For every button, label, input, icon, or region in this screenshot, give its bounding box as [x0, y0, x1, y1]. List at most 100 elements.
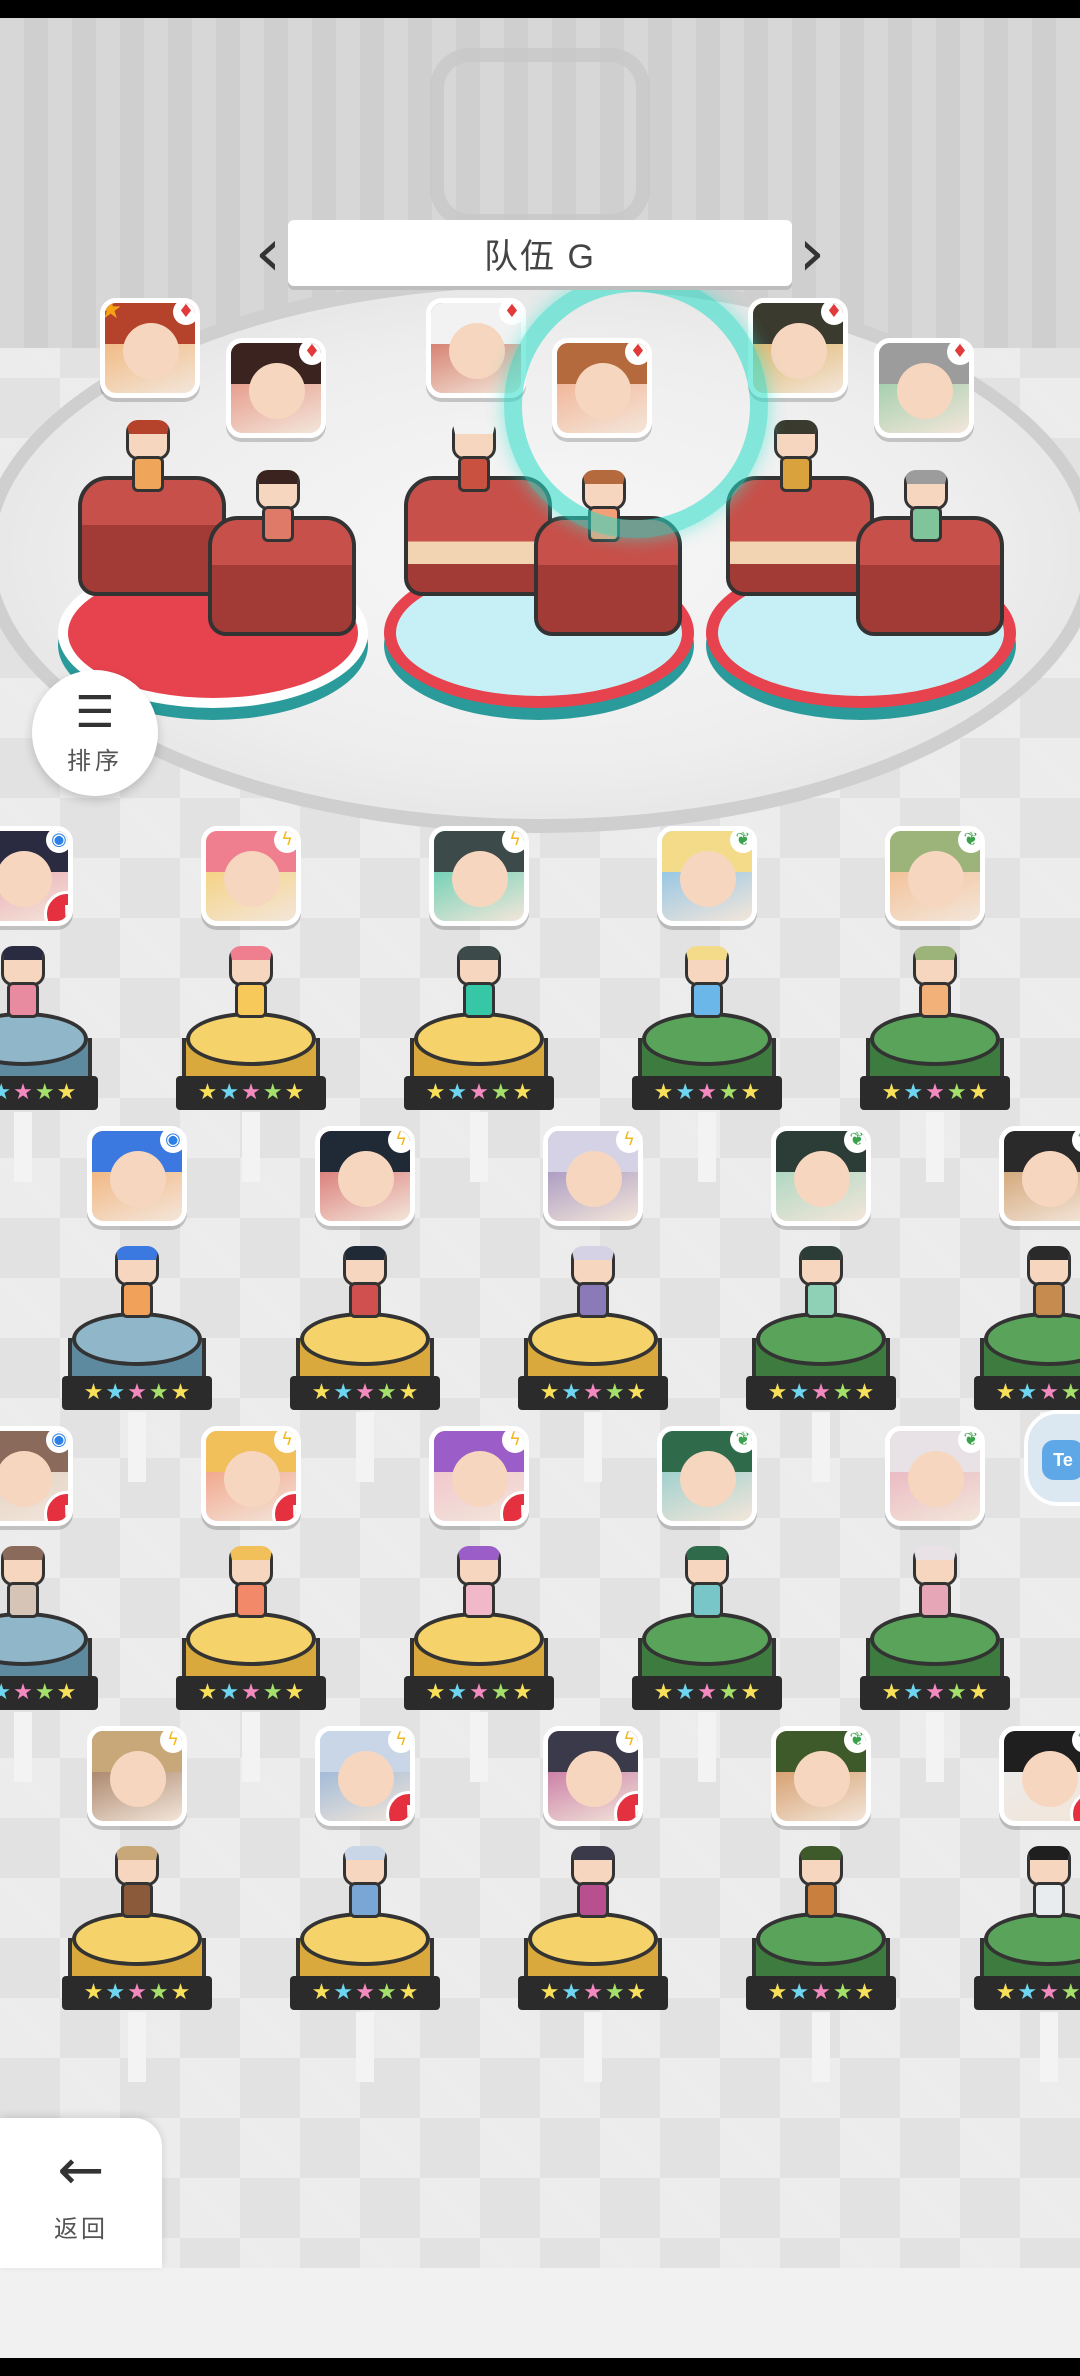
character-portrait[interactable]: ♛ϟ [429, 826, 529, 926]
sprite-head [457, 1546, 501, 1586]
character-sprite [677, 1546, 737, 1622]
portrait-face [794, 1151, 850, 1207]
star-rating: ★★★★★ [404, 1076, 554, 1110]
star-icon: ★ [583, 1980, 603, 2005]
hero-pedestal[interactable]: ★★★★★ [746, 1312, 896, 1418]
sprite-body [121, 1882, 153, 1918]
sprite-body [577, 1282, 609, 1318]
crown-icon: ♛ [236, 826, 266, 827]
character-portrait[interactable]: ◉! [0, 826, 73, 926]
star-icon: ★ [946, 1680, 967, 1705]
character-sprite [905, 1546, 965, 1622]
light-element-icon: ϟ [616, 1731, 638, 1753]
crown-icon: ♛ [920, 826, 950, 827]
star-icon: ★ [968, 1680, 989, 1705]
hero-pedestal[interactable]: ★★★★★ [860, 1012, 1010, 1118]
side-tab-button[interactable]: Te [1024, 1410, 1080, 1506]
character-portrait[interactable]: ♛♦ [226, 338, 326, 438]
character-portrait[interactable]: ♛❦ [657, 826, 757, 926]
star-rating: ★★★★★ [176, 1676, 326, 1710]
sprite-body [235, 1582, 267, 1618]
sprite-head [904, 470, 948, 510]
hero-pedestal[interactable]: ★★★★★ [290, 1312, 440, 1418]
portrait-face [0, 851, 52, 907]
hero-pedestal[interactable]: ★★★★★ [0, 1612, 98, 1718]
character-portrait[interactable]: ♛ϟ [87, 1726, 187, 1826]
star-rating: ★★★★★ [176, 1076, 326, 1110]
pedestal-pole [584, 1412, 602, 1482]
hero-pedestal[interactable]: ★★★★★ [974, 1312, 1080, 1418]
hero-pedestal[interactable]: ★★★★★ [62, 1912, 212, 2018]
star-icon: ★ [881, 1080, 902, 1105]
chevron-left-icon[interactable]: ‹ [248, 220, 288, 286]
sprite-head [913, 946, 957, 986]
star-icon: ★ [490, 1680, 511, 1705]
star-icon: ★ [832, 1380, 853, 1405]
star-icon: ★ [355, 1980, 375, 2005]
hero-pedestal[interactable]: ★★★★★ [518, 1312, 668, 1418]
hero-pedestal[interactable]: ★★★★★ [404, 1612, 554, 1718]
hero-pedestal[interactable]: ★★★★★ [404, 1012, 554, 1118]
character-portrait[interactable]: ♛❦ [999, 1126, 1080, 1226]
character-portrait[interactable]: ♛❦ [885, 1426, 985, 1526]
hero-pedestal[interactable]: ★★★★★ [632, 1012, 782, 1118]
hero-pedestal[interactable]: ★★★★★ [860, 1612, 1010, 1718]
chevron-right-icon[interactable]: › [792, 220, 832, 286]
character-portrait[interactable]: ❦! [999, 1726, 1080, 1826]
hero-pedestal[interactable]: ★★★★★ [290, 1912, 440, 2018]
star-icon: ★ [653, 1080, 674, 1105]
character-portrait[interactable]: ♛❦ [771, 1126, 871, 1226]
hero-pedestal[interactable]: ★★★★★ [0, 1012, 98, 1118]
star-icon: ★ [148, 1980, 169, 2005]
water-element-icon: ◉ [46, 831, 68, 853]
sprite-head [799, 1846, 843, 1886]
character-portrait[interactable]: ♛ ϟ! [543, 1726, 643, 1826]
sprite-body [691, 982, 723, 1018]
sprite-head [799, 1246, 843, 1286]
nature-element-icon: ❦ [844, 1731, 866, 1753]
star-icon: ★ [767, 1980, 788, 2005]
star-icon: ★ [13, 1680, 33, 1705]
nature-element-icon: ❦ [730, 1431, 752, 1453]
sprite-head [685, 1546, 729, 1586]
hero-pedestal[interactable]: ★★★★★ [62, 1312, 212, 1418]
character-portrait[interactable]: ♛♦ [874, 338, 974, 438]
hero-pedestal[interactable]: ★★★★★ [974, 1912, 1080, 2018]
pedestal-pole [584, 2012, 602, 2082]
star-icon: ★ [13, 1080, 33, 1105]
arena-emblem [430, 48, 650, 228]
pedestal-pole [356, 2012, 374, 2082]
light-element-icon: ϟ [388, 1131, 410, 1153]
sort-button[interactable]: ☰ 排序 [32, 670, 158, 796]
back-label: 返回 [54, 2215, 108, 2243]
star-icon: ★ [398, 1380, 419, 1405]
character-sprite [221, 946, 281, 1022]
star-icon: ★ [718, 1080, 739, 1105]
character-sprite [677, 946, 737, 1022]
character-portrait[interactable]: ♛ϟ [315, 1126, 415, 1226]
character-portrait[interactable]: ♛ ϟ! [315, 1726, 415, 1826]
portrait-face [224, 851, 280, 907]
hero-pedestal[interactable]: ★★★★★ [518, 1912, 668, 2018]
character-portrait[interactable]: ◉! [0, 1426, 73, 1526]
hero-pedestal[interactable]: ★★★★★ [746, 1912, 896, 2018]
pedestal-pole [812, 2012, 830, 2082]
character-portrait[interactable]: ϟ! [429, 1426, 529, 1526]
hero-pedestal[interactable]: ★★★★★ [632, 1612, 782, 1718]
character-portrait[interactable]: ϟ [543, 1126, 643, 1226]
character-portrait[interactable]: ♛ ♦ ★ [100, 298, 200, 398]
star-icon: ★ [105, 1380, 126, 1405]
character-portrait[interactable]: ♛ϟ [201, 826, 301, 926]
hero-pedestal[interactable]: ★★★★★ [176, 1012, 326, 1118]
hero-pedestal[interactable]: ★★★★★ [176, 1612, 326, 1718]
sprite-body [919, 982, 951, 1018]
character-portrait[interactable]: ϟ! [201, 1426, 301, 1526]
character-portrait[interactable]: ♛❦ [885, 826, 985, 926]
back-button[interactable]: ← 返回 [0, 2118, 162, 2268]
star-icon: ★ [767, 1380, 788, 1405]
character-portrait[interactable]: ♛❦ [657, 1426, 757, 1526]
character-portrait[interactable]: ♛◉ [87, 1126, 187, 1226]
character-portrait[interactable]: ♛❦ [771, 1726, 871, 1826]
portrait-face [224, 1451, 280, 1507]
water-element-icon: ◉ [160, 1131, 182, 1153]
